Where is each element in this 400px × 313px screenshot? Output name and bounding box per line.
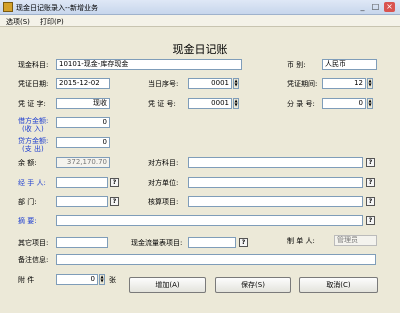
spin-down-icon[interactable]: ▼	[234, 103, 238, 107]
form-title: 现金日记账	[172, 43, 228, 56]
voucher-no-spinner[interactable]: ▲ ▼	[233, 98, 239, 109]
voucher-no-label: 凭 证 号:	[148, 100, 176, 108]
maximize-button[interactable]: □	[370, 2, 381, 12]
save-button[interactable]: 保存(S)	[215, 277, 291, 293]
cashflow-item-lookup-icon[interactable]: ?	[239, 238, 248, 247]
credit-amount-field[interactable]: 0	[56, 137, 110, 148]
summary-lookup-icon[interactable]: ?	[366, 216, 375, 225]
debit-amount-sublabel: (收 入)	[22, 125, 44, 133]
preparer-label: 制 单 人:	[287, 237, 315, 245]
daily-seq-spinner[interactable]: ▲ ▼	[233, 78, 239, 89]
contra-account-field[interactable]	[188, 157, 363, 168]
entry-no-label: 分 录 号:	[287, 100, 315, 108]
voucher-period-spinner[interactable]: ▲ ▼	[367, 78, 373, 89]
contra-unit-label: 对方单位:	[148, 179, 179, 187]
minimize-button[interactable]: _	[357, 2, 368, 12]
menu-print[interactable]: 打印(P)	[40, 17, 64, 27]
attachments-unit: 张	[109, 276, 116, 284]
cash-account-label: 现金科目:	[18, 61, 49, 69]
voucher-period-label: 凭证期间:	[287, 80, 318, 88]
contra-account-lookup-icon[interactable]: ?	[366, 158, 375, 167]
attachments-field[interactable]: 0	[56, 274, 98, 285]
balance-label: 余 额:	[18, 159, 37, 167]
contra-account-label: 对方科目:	[148, 159, 179, 167]
remarks-field[interactable]	[56, 254, 376, 265]
cashflow-item-label: 现金流量表项目:	[131, 239, 183, 247]
other-item-label: 其它项目:	[18, 239, 49, 247]
accounting-item-field[interactable]	[188, 196, 363, 207]
cancel-button[interactable]: 取消(C)	[299, 277, 378, 293]
app-icon	[3, 2, 13, 12]
department-field[interactable]	[56, 196, 108, 207]
debit-amount-field[interactable]: 0	[56, 117, 110, 128]
daily-seq-label: 当日序号:	[148, 80, 179, 88]
spin-down-icon[interactable]: ▼	[100, 279, 104, 283]
entry-no-spinner[interactable]: ▲ ▼	[367, 98, 373, 109]
daily-seq-field[interactable]: 0001	[188, 78, 232, 89]
voucher-date-label: 凭证日期:	[18, 80, 49, 88]
handler-field[interactable]	[56, 177, 108, 188]
department-label: 部 门:	[18, 198, 37, 206]
menu-options[interactable]: 选项(S)	[6, 17, 30, 27]
spin-down-icon[interactable]: ▼	[368, 83, 372, 87]
cashflow-item-field[interactable]	[188, 237, 236, 248]
spin-down-icon[interactable]: ▼	[234, 83, 238, 87]
add-button[interactable]: 增加(A)	[129, 277, 206, 293]
handler-lookup-icon[interactable]: ?	[110, 178, 119, 187]
voucher-period-field[interactable]: 12	[322, 78, 366, 89]
contra-unit-field[interactable]	[188, 177, 363, 188]
voucher-no-field[interactable]: 0001	[188, 98, 232, 109]
cash-account-field[interactable]: 10101-现金-库存现金	[56, 59, 242, 70]
other-item-field[interactable]	[56, 237, 108, 248]
department-lookup-icon[interactable]: ?	[110, 197, 119, 206]
summary-field[interactable]	[56, 215, 363, 226]
attachments-spinner[interactable]: ▲ ▼	[99, 274, 105, 285]
spin-down-icon[interactable]: ▼	[368, 103, 372, 107]
credit-amount-sublabel: (支 出)	[22, 145, 44, 153]
contra-unit-lookup-icon[interactable]: ?	[366, 178, 375, 187]
window-title: 现金日记账录入--新增业务	[16, 4, 99, 12]
close-button[interactable]: ×	[384, 2, 395, 12]
entry-no-field[interactable]: 0	[322, 98, 366, 109]
voucher-date-field[interactable]: 2015-12-02	[56, 78, 110, 89]
voucher-word-label: 凭 证 字:	[18, 100, 46, 108]
handler-label: 经 手 人:	[18, 179, 46, 187]
summary-label: 摘 要:	[18, 217, 37, 225]
balance-field: 372,170.70	[56, 157, 110, 168]
voucher-word-field[interactable]: 现收	[56, 98, 110, 109]
remarks-label: 备注信息:	[18, 256, 49, 264]
accounting-item-label: 核算项目:	[148, 198, 179, 206]
preparer-field: 管理员	[334, 235, 377, 246]
currency-field[interactable]: 人民币	[322, 59, 377, 70]
accounting-item-lookup-icon[interactable]: ?	[366, 197, 375, 206]
attachments-label: 附 件	[18, 276, 35, 284]
currency-label: 币 别:	[287, 61, 306, 69]
